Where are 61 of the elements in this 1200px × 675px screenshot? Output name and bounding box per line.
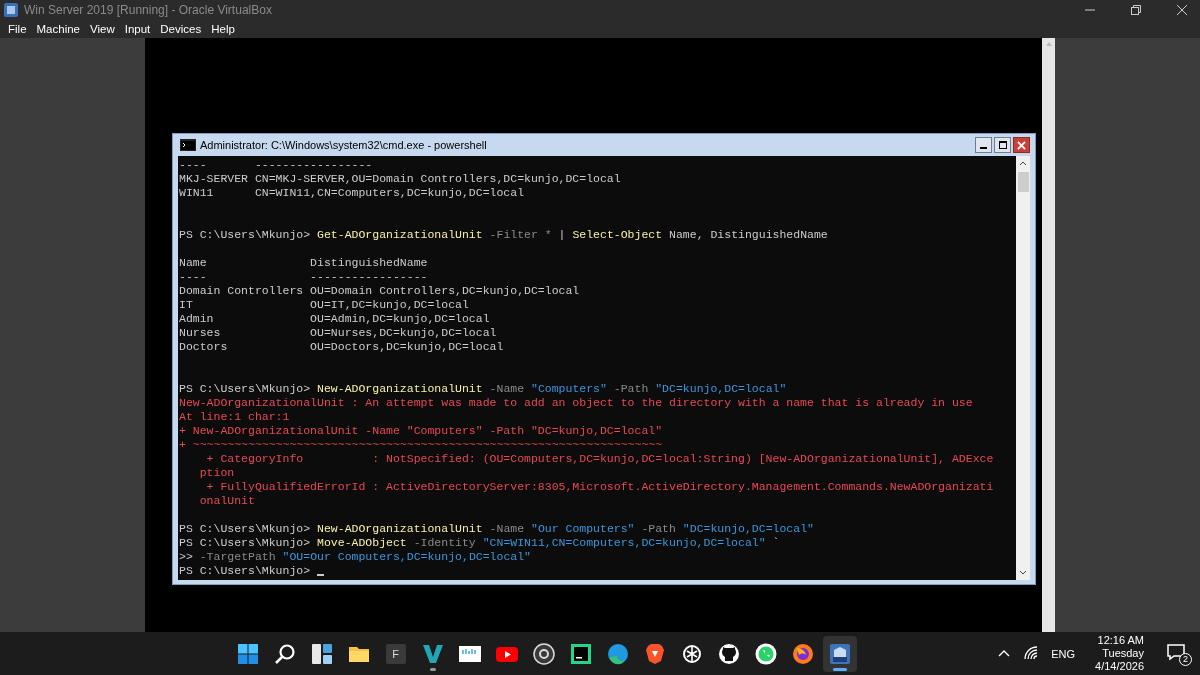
console-line: Doctors OU=Doctors,DC=kunjo,DC=local — [179, 340, 504, 354]
console-line: ---- ----------------- — [179, 158, 373, 172]
minimize-button[interactable] — [975, 137, 992, 153]
menu-item[interactable]: Help — [206, 23, 240, 35]
scrollbar[interactable] — [1016, 156, 1030, 580]
console-line: ption — [198, 466, 235, 480]
console-line: + FullyQualifiedErrorId : ActiveDirectoryServer:8305,Microsoft.ActiveDirectory.Management.Commands.NewADOrganizati — [205, 480, 994, 494]
window-title: Win Server 2019 [Running] - Oracle VirtualBox — [24, 3, 273, 17]
console-line: New-ADOrganizationalUnit : An attempt was made to add an object to the directory with a name that is already in use — [179, 396, 973, 410]
running-indicator — [429, 667, 436, 671]
console-line: PS C:\Users\Mkunjo> New-ADOrganizationalUnit -Name "Computers" -Path "DC=kunjo,DC=local" — [179, 382, 787, 396]
menu-item[interactable]: Input — [119, 23, 156, 35]
console-line: PS C:\Users\Mkunjo> Move-ADObject -Identity "CN=WIN11,CN=Computers,DC=kunjo,DC=local" ` — [179, 536, 780, 550]
taskbar-button[interactable]: F — [378, 635, 413, 672]
swirl-icon — [605, 641, 630, 666]
flame-circle-icon — [790, 641, 815, 666]
menu-item[interactable]: File — [3, 23, 32, 35]
restore-icon[interactable] — [1130, 4, 1142, 16]
panels-icon — [309, 641, 334, 666]
round-logo-icon — [716, 641, 741, 666]
menu-item[interactable]: Machine — [31, 23, 85, 35]
language-indicator[interactable]: ENG — [1051, 647, 1076, 660]
menu-item[interactable]: Devices — [155, 23, 207, 35]
grid-icon — [235, 641, 260, 666]
console-line: PS C:\Users\Mkunjo> New-ADOrganizationalUnit -Name "Our Computers" -Path "DC=kunjo,DC=local" — [179, 522, 814, 536]
clock-day[interactable]: Tuesday — [1102, 647, 1144, 660]
console-line: ---- ----------------- — [179, 270, 428, 284]
console-line: MKJ-SERVER CN=MKJ-SERVER,OU=Domain Controllers,DC=kunjo,DC=local — [179, 172, 621, 186]
taskbar-button[interactable] — [822, 635, 857, 672]
console-line: + ~~~~~~~~~~~~~~~~~~~~~~~~~~~~~~~~~~~~~~~~~~~~~~~~~~~~~~~~~~~~~~~~~~~~ — [179, 438, 663, 452]
maximize-button[interactable] — [994, 137, 1011, 153]
clock-date[interactable]: 4/14/2026 — [1095, 660, 1144, 673]
notification-icon[interactable] — [1166, 641, 1186, 662]
console-line: >> -TargetPath "OU=Our Computers,DC=kunjo,DC=local" — [179, 550, 531, 564]
console-line: IT OU=IT,DC=kunjo,DC=local — [179, 298, 469, 312]
scrollbar[interactable] — [1042, 38, 1055, 632]
console-line: PS C:\Users\Mkunjo> — [179, 564, 312, 578]
console-line: Nurses OU=Nurses,DC=kunjo,DC=local — [179, 326, 497, 340]
console-line: + CategoryInfo : NotSpecified: (OU=Computers,DC=kunjo,DC=local:String) [New-ADOrganizationalUnit], ADExce — [205, 452, 994, 466]
console-line: + New-ADOrganizationalUnit -Name "Computers" -Path "DC=kunjo,DC=local" — [179, 424, 663, 438]
terminal-icon — [180, 139, 196, 151]
app-letter-tile: F — [385, 643, 406, 664]
console-line: Domain Controllers OU=Domain Controllers,DC=kunjo,DC=local — [179, 284, 580, 298]
close-icon[interactable] — [1176, 4, 1188, 16]
scroll-thumb[interactable] — [1017, 172, 1029, 192]
chat-bubble-icon — [753, 641, 778, 666]
console-line: Admin OU=Admin,DC=kunjo,DC=local — [179, 312, 490, 326]
console-line: At line:1 char:1 — [179, 410, 290, 424]
close-button[interactable] — [1013, 137, 1030, 153]
window-title: Administrator: C:\Windows\system32\cmd.exe - powershell — [200, 139, 488, 151]
square-tile-icon — [568, 641, 593, 666]
notification-badge: 2 — [1179, 652, 1192, 666]
console-line: WIN11 CN=WIN11,CN=Computers,DC=kunjo,DC=local — [179, 186, 525, 200]
console-line: PS C:\Users\Mkunjo> Get-ADOrganizationalUnit -Filter * | Select-Object Name, DistinguishedName — [179, 228, 828, 242]
running-indicator — [832, 667, 847, 671]
ring-icon — [531, 641, 556, 666]
console-line: onalUnit — [198, 494, 255, 508]
clock-time[interactable]: 12:16 AM — [1097, 634, 1144, 647]
menu-item[interactable]: View — [85, 23, 120, 35]
console-line: Name DistinguishedName — [179, 256, 428, 270]
wifi-icon[interactable] — [1023, 645, 1040, 662]
